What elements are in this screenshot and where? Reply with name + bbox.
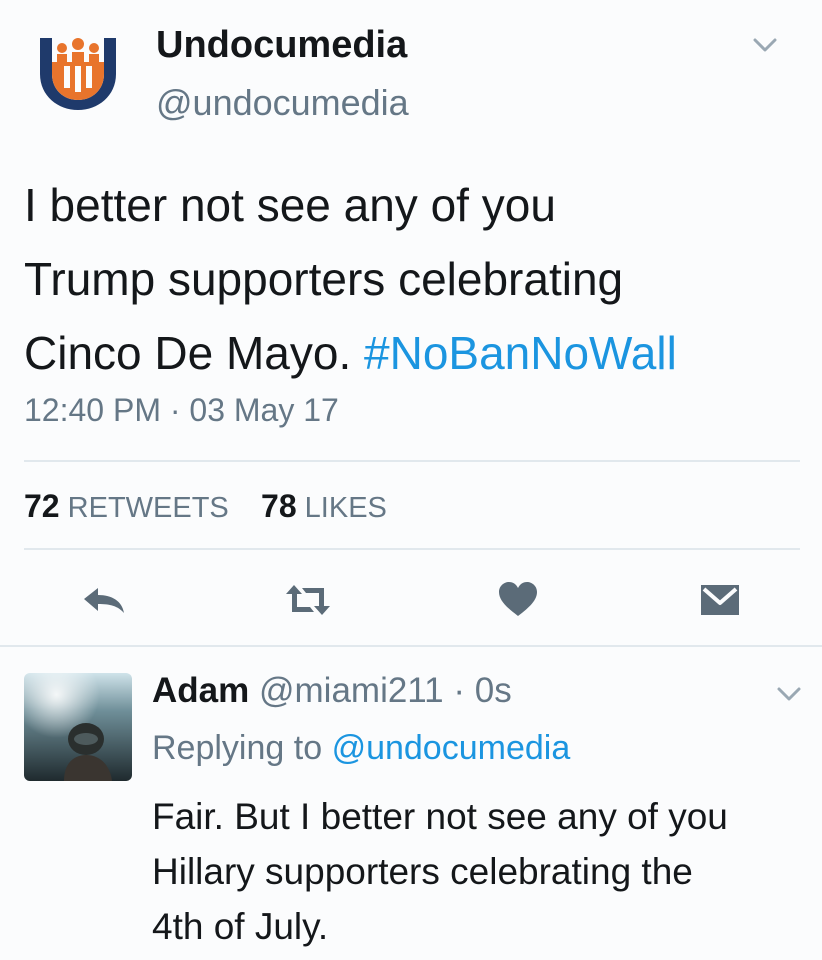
retweet-button[interactable] [284,578,332,622]
tweet-text-line: Trump supporters celebrating [24,253,624,305]
display-name[interactable]: Undocumedia [156,24,407,67]
divider [24,548,800,550]
tweet-stats: 72 RETWEETS 78 LIKES [24,488,387,525]
reply-handle[interactable]: @miami211 [259,671,444,710]
likes-count[interactable]: 78 [261,488,297,524]
tweet-text-line: I better not see any of you [24,179,556,231]
reply-text-line: 4th of July. [152,906,329,947]
tweet-timestamp[interactable]: 12:40 PM · 03 May 17 [24,392,339,429]
user-handle[interactable]: @undocumedia [156,82,409,124]
divider [24,460,800,462]
reply-text-line: Fair. But I better not see any of you [152,796,728,837]
replying-to: Replying to @undocumedia [152,729,570,768]
reply-icon [84,588,124,613]
likes-label[interactable]: LIKES [305,492,387,524]
envelope-icon [701,585,739,615]
avatar[interactable] [24,673,132,781]
reply-text: Fair. But I better not see any of you Hi… [152,789,802,954]
undocumedia-logo[interactable] [34,32,122,114]
heart-icon [499,582,537,616]
replying-prefix: Replying to [152,729,323,767]
hashtag-link[interactable]: #NoBanNoWall [364,327,677,379]
direct-message-button[interactable] [696,578,744,622]
chevron-down-icon[interactable] [776,685,802,703]
retweets-count[interactable]: 72 [24,488,60,524]
like-button[interactable] [494,578,542,622]
tweet-text-line: Cinco De Mayo. #NoBanNoWall [24,316,804,390]
reply-header: Adam @miami211 · 0s [152,671,512,711]
reply-time: · 0s [453,671,512,710]
reply-button[interactable] [80,578,128,622]
retweet-icon [286,585,330,615]
reply-tweet[interactable]: Adam @miami211 · 0s Replying to @undocum… [0,647,822,960]
chevron-down-icon[interactable] [752,36,778,54]
tweet-text-segment: Cinco De Mayo. [24,327,365,379]
reply-display-name[interactable]: Adam [152,671,249,710]
reply-text-line: Hillary supporters celebrating the [152,851,693,892]
retweets-label[interactable]: RETWEETS [68,492,229,524]
mention-link[interactable]: @undocumedia [332,729,571,767]
tweet-text: I better not see any of you Trump suppor… [24,168,804,390]
main-tweet: Undocumedia @undocumedia I better not se… [0,0,822,647]
